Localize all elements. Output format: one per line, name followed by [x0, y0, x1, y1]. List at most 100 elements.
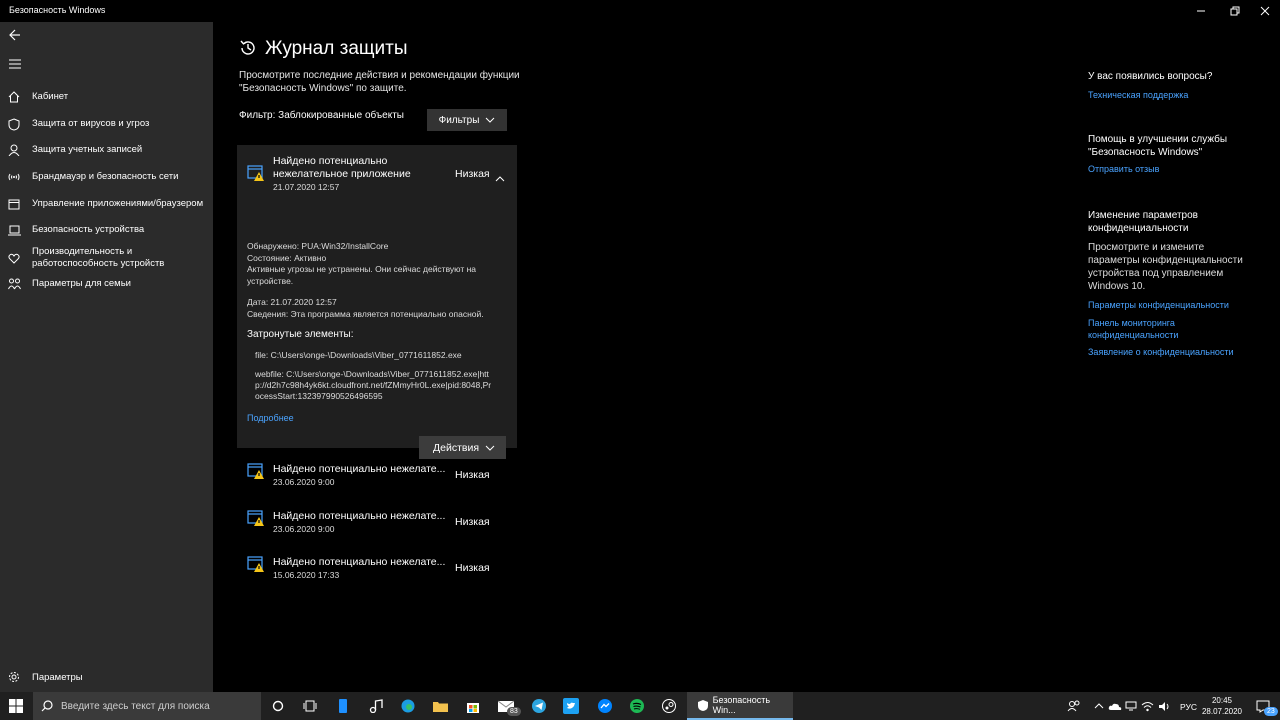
history-icon — [239, 39, 257, 62]
person-icon — [0, 144, 28, 156]
language-indicator[interactable]: РУС — [1180, 702, 1197, 712]
warning-window-icon — [247, 164, 265, 187]
history-item-date: 15.06.2020 17:33 — [273, 570, 340, 580]
shield-icon — [698, 699, 708, 711]
warning-window-icon — [247, 555, 265, 578]
sidebar-item-account-protection[interactable]: Защита учетных записей — [0, 143, 213, 157]
mail-badge: 83 — [507, 707, 521, 716]
taskbar-app-telegram[interactable] — [523, 692, 555, 720]
taskbar-app-store[interactable] — [457, 692, 489, 720]
task-view-button[interactable] — [294, 692, 326, 720]
window-title: Безопасность Windows — [9, 5, 106, 15]
taskbar-app-mail[interactable]: 83 — [490, 692, 522, 720]
actions-button[interactable]: Действия — [419, 436, 506, 459]
sidebar-item-performance[interactable]: Производительность и работоспособность у… — [0, 245, 213, 271]
taskbar-search-input[interactable]: Введите здесь текст для поиска — [33, 692, 261, 720]
clock-time: 20:45 — [1211, 696, 1233, 705]
minimize-button[interactable] — [1184, 0, 1218, 22]
threat-title[interactable]: Найдено потенциально нежелательное прило… — [273, 155, 423, 181]
restore-button[interactable] — [1218, 0, 1252, 22]
taskbar-app-windows-security[interactable]: Безопасность Win... — [687, 692, 793, 720]
feedback-link[interactable]: Отправить отзыв — [1088, 163, 1258, 175]
monitor-icon — [1125, 701, 1137, 711]
windows-logo-icon — [9, 699, 23, 713]
sidebar-item-app-browser[interactable]: Управление приложениями/браузером — [0, 197, 213, 211]
history-item-date: 23.06.2020 9:00 — [273, 524, 335, 534]
privacy-text: Просмотрите и измените параметры конфиде… — [1088, 242, 1243, 292]
sidebar-item-device-security[interactable]: Безопасность устройства — [0, 223, 213, 237]
privacy-dashboard-link[interactable]: Панель мониторинга конфиденциальности — [1088, 317, 1208, 341]
edge-browser-icon — [401, 699, 415, 713]
notification-center-button[interactable]: 23 — [1250, 692, 1278, 720]
taskbar-app-edge[interactable] — [392, 692, 424, 720]
sidebar: Кабинет Защита от вирусов и угроз Защита… — [0, 22, 213, 692]
sidebar-item-family[interactable]: Параметры для семьи — [0, 277, 213, 291]
affected-file: file: C:\Users\onge-\Downloads\Viber_077… — [255, 350, 462, 360]
taskbar-app-twitter[interactable] — [555, 692, 587, 720]
history-item-title: Найдено потенциально нежелате... — [273, 510, 446, 522]
start-button[interactable] — [0, 692, 32, 720]
warning-window-icon — [247, 509, 265, 532]
back-button[interactable] — [0, 22, 30, 48]
folder-icon — [432, 702, 448, 712]
history-item-severity: Низкая — [455, 516, 490, 528]
threat-status-note: Активные угрозы не устранены. Они сейчас… — [247, 264, 477, 286]
taskbar-app-explorer[interactable] — [424, 692, 456, 720]
home-icon — [0, 91, 28, 103]
sidebar-item-home[interactable]: Кабинет — [0, 90, 213, 104]
cortana-circle-icon — [272, 700, 284, 712]
cortana-button[interactable] — [262, 692, 294, 720]
back-arrow-icon — [9, 29, 20, 41]
support-link[interactable]: Техническая поддержка — [1088, 89, 1258, 101]
menu-button[interactable] — [0, 51, 30, 77]
history-item[interactable]: Найдено потенциально нежелате... 23.06.2… — [237, 461, 517, 501]
threat-detail-card: Найдено потенциально нежелательное прило… — [237, 145, 517, 459]
taskbar-app-music[interactable] — [360, 692, 392, 720]
chevron-up-icon[interactable] — [495, 169, 505, 187]
history-item-title: Найдено потенциально нежелате... — [273, 463, 446, 475]
restore-icon — [1230, 6, 1240, 16]
taskbar-app-spotify[interactable] — [621, 692, 653, 720]
active-app-label: Безопасность Win... — [712, 695, 771, 715]
sidebar-item-label: Параметры — [32, 671, 83, 683]
spotify-icon — [630, 699, 644, 713]
filters-button[interactable]: Фильтры — [427, 109, 507, 131]
history-item-severity: Низкая — [455, 469, 490, 481]
close-button[interactable] — [1248, 0, 1280, 22]
page-title: Журнал защиты — [265, 38, 408, 59]
taskbar-app-steam[interactable] — [653, 692, 685, 720]
feedback-section: Помощь в улучшении службы "Безопасность … — [1088, 133, 1258, 175]
chevron-down-icon — [486, 117, 495, 123]
gear-icon — [0, 671, 28, 683]
actions-button-label: Действия — [433, 441, 480, 454]
privacy-statement-link[interactable]: Заявление о конфиденциальности — [1088, 346, 1258, 358]
sidebar-item-label: Параметры для семьи — [32, 278, 131, 289]
sidebar-item-virus-protection[interactable]: Защита от вирусов и угроз — [0, 117, 213, 131]
sidebar-item-label: Безопасность устройства — [32, 224, 145, 235]
taskbar-app-messenger[interactable] — [589, 692, 621, 720]
more-details-link[interactable]: Подробнее — [247, 413, 294, 423]
taskbar-clock[interactable]: 20:45 28.07.2020 — [1200, 695, 1244, 717]
threat-date: 21.07.2020 12:57 — [273, 182, 340, 192]
sidebar-item-firewall[interactable]: Брандмауэр и безопасность сети — [0, 170, 213, 184]
threat-date-line: Дата: 21.07.2020 12:57 — [247, 297, 337, 307]
taskbar-app-phone[interactable] — [327, 692, 359, 720]
history-item[interactable]: Найдено потенциально нежелате... 15.06.2… — [237, 554, 517, 594]
sidebar-item-label: Защита учетных записей — [32, 144, 143, 155]
tray-volume[interactable] — [1155, 692, 1173, 720]
filter-label: Фильтр: Заблокированные объекты — [239, 110, 404, 121]
search-placeholder: Введите здесь текст для поиска — [61, 700, 210, 712]
history-item-title: Найдено потенциально нежелате... — [273, 556, 446, 568]
privacy-settings-link[interactable]: Параметры конфиденциальности — [1088, 299, 1258, 311]
threat-info: Сведения: Эта программа является потенци… — [247, 309, 484, 319]
page-subtitle: Просмотрите последние действия и рекомен… — [239, 70, 520, 94]
tray-network[interactable] — [1138, 692, 1156, 720]
improve-heading: Помощь в улучшении службы "Безопасность … — [1088, 134, 1228, 158]
history-item[interactable]: Найдено потенциально нежелате... 23.06.2… — [237, 508, 517, 548]
sidebar-item-settings[interactable]: Параметры — [0, 666, 213, 688]
sidebar-item-label: Управление приложениями/браузером — [32, 198, 204, 209]
chevron-up-icon — [1094, 703, 1104, 709]
store-bag-icon — [467, 703, 479, 713]
wifi-icon — [0, 171, 28, 183]
people-button[interactable] — [1060, 692, 1088, 720]
